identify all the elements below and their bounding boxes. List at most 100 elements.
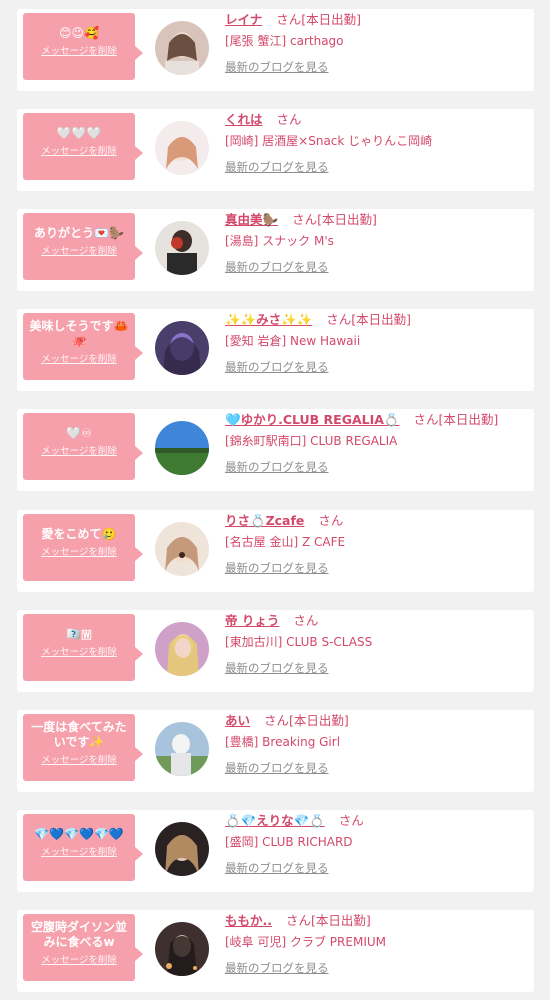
cast-name-link[interactable]: くれは (225, 112, 263, 127)
working-today-badge: [本日出勤] (317, 212, 377, 227)
avatar[interactable] (155, 121, 209, 175)
avatar-photo (155, 321, 209, 375)
honorific: さん (338, 813, 364, 828)
message-card: 🤍🤍🤍 メッセージを削除 くれは さん [岡崎] 居酒屋×Snack じゃりんこ… (17, 109, 534, 191)
name-line: 帝 りょう さん (225, 612, 530, 630)
message-card: ありがとう💌🦫 メッセージを削除 真由美🦫 さん[本日出勤] [湯島] スナック… (17, 209, 534, 291)
delete-message-link[interactable]: メッセージを削除 (26, 446, 132, 458)
latest-blog-link[interactable]: 最新のブログを見る (225, 259, 329, 275)
cast-name-link[interactable]: ✨✨みさ✨✨ (225, 312, 312, 327)
avatar[interactable] (155, 221, 209, 275)
avatar[interactable] (155, 21, 209, 75)
delete-message-link[interactable]: メッセージを削除 (26, 647, 132, 659)
delete-message-link[interactable]: メッセージを削除 (26, 46, 132, 58)
honorific: さん (276, 12, 302, 27)
honorific: さん (318, 513, 344, 528)
card-info: ✨✨みさ✨✨ さん[本日出勤] [愛知 岩倉] New Hawaii 最新のブロ… (225, 311, 530, 375)
avatar[interactable] (155, 421, 209, 475)
card-info: くれは さん [岡崎] 居酒屋×Snack じゃりんこ岡崎 最新のブログを見る (225, 111, 530, 175)
latest-blog-link[interactable]: 最新のブログを見る (225, 660, 329, 676)
message-card: 😊😉🥰 メッセージを削除 レイナ さん[本日出勤] [尾張 蟹江] cartha… (17, 9, 534, 91)
card-info: ももか.. さん[本日出勤] [岐阜 可児] クラブ PREMIUM 最新のブロ… (225, 912, 530, 976)
avatar[interactable] (155, 922, 209, 976)
cast-name-link[interactable]: レイナ (225, 12, 262, 27)
shop-name: [愛知 岩倉] New Hawaii (225, 334, 361, 348)
cast-name-link[interactable]: りさ💍Zcafe (225, 513, 304, 528)
latest-blog-link[interactable]: 最新のブログを見る (225, 359, 329, 375)
message-bubble: 💎💙💎💙💎💙 メッセージを削除 (23, 814, 143, 881)
shop-name: [豊橋] Breaking Girl (225, 735, 341, 749)
cast-name-link[interactable]: 真由美🦫 (225, 212, 278, 227)
avatar-photo (155, 421, 209, 475)
message-card: 愛をこめて🥲 メッセージを削除 りさ💍Zcafe さん [名古屋 金山] Z C… (17, 510, 534, 592)
delete-message-link[interactable]: メッセージを削除 (26, 755, 132, 767)
avatar[interactable] (155, 722, 209, 776)
message-bubble: 一度は食べてみた いです✨ メッセージを削除 (23, 714, 143, 781)
honorific: さん (293, 613, 319, 628)
card-info: レイナ さん[本日出勤] [尾張 蟹江] carthago 最新のブログを見る (225, 11, 530, 75)
card-info: 💍💎えりな💎💍 さん [盛岡] CLUB RICHARD 最新のブログを見る (225, 812, 530, 876)
message-card: 一度は食べてみた いです✨ メッセージを削除 あい さん[本日出勤] [豊橋] … (17, 710, 534, 792)
message-bubble: 😊😉🥰 メッセージを削除 (23, 13, 143, 80)
honorific: さん (285, 913, 311, 928)
message-text: 🇼🇼🇼 (66, 627, 92, 641)
cast-name-link[interactable]: ももか.. (225, 913, 272, 928)
avatar[interactable] (155, 321, 209, 375)
cast-name-link[interactable]: 🩵ゆかり.CLUB REGALIA💍 (225, 412, 400, 427)
shop-name: [尾張 蟹江] carthago (225, 34, 344, 48)
message-text: 一度は食べてみた いです✨ (31, 720, 127, 749)
avatar-photo (155, 522, 209, 576)
name-line: 💍💎えりな💎💍 さん (225, 812, 530, 830)
shop-name: [岐阜 可児] クラブ PREMIUM (225, 935, 386, 949)
working-today-badge: [本日出勤] (438, 412, 499, 427)
latest-blog-link[interactable]: 最新のブログを見る (225, 159, 329, 175)
message-bubble: 🇼🇼🇼 メッセージを削除 (23, 614, 143, 681)
latest-blog-link[interactable]: 最新のブログを見る (225, 459, 329, 475)
delete-message-link[interactable]: メッセージを削除 (26, 354, 132, 366)
avatar-photo (155, 121, 209, 175)
name-line: ももか.. さん[本日出勤] (225, 912, 530, 930)
message-text: 愛をこめて🥲 (41, 527, 117, 541)
avatar-photo (155, 722, 209, 776)
message-bubble: 🤍🤍🤍 メッセージを削除 (23, 113, 143, 180)
avatar-photo (155, 21, 209, 75)
latest-blog-link[interactable]: 最新のブログを見る (225, 960, 329, 976)
card-info: 真由美🦫 さん[本日出勤] [湯島] スナック M's 最新のブログを見る (225, 211, 530, 275)
name-line: あい さん[本日出勤] (225, 712, 530, 730)
message-text: 🤍♾ (66, 426, 92, 440)
shop-name: [盛岡] CLUB RICHARD (225, 835, 353, 849)
message-bubble: 美味しそうです🦀 🐙 メッセージを削除 (23, 313, 143, 380)
avatar[interactable] (155, 622, 209, 676)
card-info: あい さん[本日出勤] [豊橋] Breaking Girl 最新のブログを見る (225, 712, 530, 776)
delete-message-link[interactable]: メッセージを削除 (26, 955, 132, 967)
message-text: 美味しそうです🦀 🐙 (29, 319, 129, 348)
delete-message-link[interactable]: メッセージを削除 (26, 246, 132, 258)
latest-blog-link[interactable]: 最新のブログを見る (225, 560, 329, 576)
cast-name-link[interactable]: あい (225, 713, 250, 728)
message-text: 🤍🤍🤍 (56, 126, 102, 140)
cast-name-link[interactable]: 帝 りょう (225, 613, 279, 628)
cast-name-link[interactable]: 💍💎えりな💎💍 (225, 813, 325, 828)
message-text: 💎💙💎💙💎💙 (34, 827, 124, 841)
name-line: 真由美🦫 さん[本日出勤] (225, 211, 530, 229)
message-card: 空腹時ダイソン並 みに食べるw メッセージを削除 ももか.. さん[本日出勤] … (17, 910, 534, 992)
working-today-badge: [本日出勤] (289, 713, 349, 728)
avatar[interactable] (155, 822, 209, 876)
shop-name: [錦糸町駅南口] CLUB REGALIA (225, 434, 398, 448)
avatar[interactable] (155, 522, 209, 576)
message-bubble: 空腹時ダイソン並 みに食べるw メッセージを削除 (23, 914, 143, 981)
shop-name: [名古屋 金山] Z CAFE (225, 535, 346, 549)
delete-message-link[interactable]: メッセージを削除 (26, 146, 132, 158)
latest-blog-link[interactable]: 最新のブログを見る (225, 59, 329, 75)
delete-message-link[interactable]: メッセージを削除 (26, 547, 132, 559)
shop-name: [岡崎] 居酒屋×Snack じゃりんこ岡崎 (225, 134, 433, 148)
avatar-photo (155, 622, 209, 676)
latest-blog-link[interactable]: 最新のブログを見る (225, 860, 329, 876)
shop-name: [湯島] スナック M's (225, 234, 334, 248)
name-line: 🩵ゆかり.CLUB REGALIA💍 さん[本日出勤] (225, 411, 530, 429)
delete-message-link[interactable]: メッセージを削除 (26, 847, 132, 859)
name-line: くれは さん (225, 111, 530, 129)
avatar-photo (155, 922, 209, 976)
message-card: 🇼🇼🇼 メッセージを削除 帝 りょう さん [東加古川] CLUB S-CLAS… (17, 610, 534, 692)
latest-blog-link[interactable]: 最新のブログを見る (225, 760, 329, 776)
